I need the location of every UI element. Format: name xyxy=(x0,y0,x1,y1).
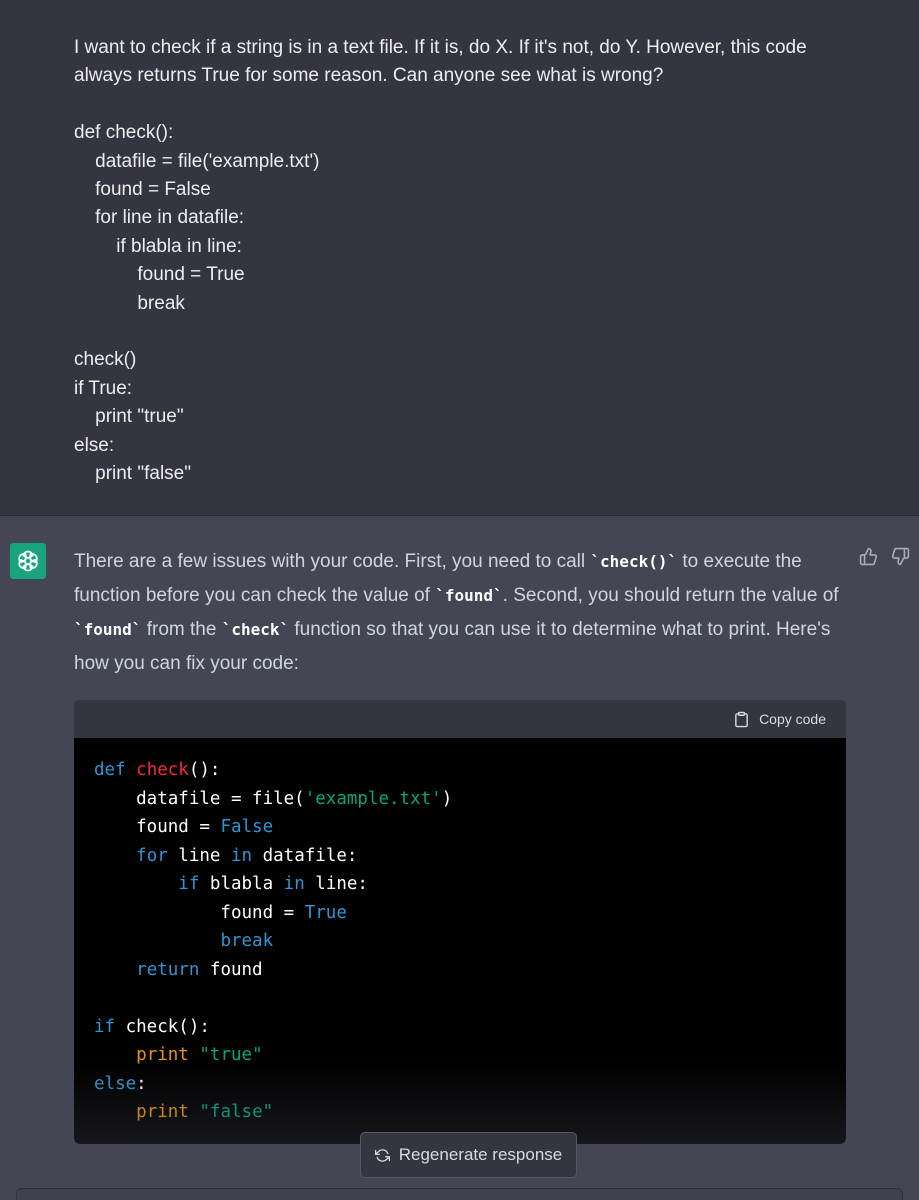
code-token: : xyxy=(136,1073,147,1094)
code-token: in xyxy=(230,845,253,866)
clipboard-icon xyxy=(735,711,748,727)
code-token: in xyxy=(283,874,305,894)
thumbs-down-icon xyxy=(891,547,909,565)
assistant-message: There are a few issues with your code. F… xyxy=(0,517,919,1200)
code-line: print "false" xyxy=(94,1098,826,1127)
user-message: I want to check if a string is in a text… xyxy=(0,0,919,516)
thumbs-up-button[interactable] xyxy=(857,545,879,567)
code-token: break xyxy=(220,931,274,951)
code-token: for xyxy=(136,845,168,866)
code-token: if xyxy=(178,874,200,894)
code-token: "true" xyxy=(199,1045,263,1065)
message-input[interactable] xyxy=(16,1188,903,1200)
copy-code-button[interactable]: Copy code xyxy=(733,710,826,729)
code-line: if blabla in line: xyxy=(94,870,826,899)
code-token: if xyxy=(94,1016,116,1037)
regenerate-label: Regenerate response xyxy=(398,1145,563,1164)
openai-logo-icon xyxy=(18,550,38,572)
answer-text-segment: There are a few issues with your code. F… xyxy=(74,551,591,572)
code-token: datafile: xyxy=(252,845,358,866)
code-line: break xyxy=(94,927,826,956)
regenerate-response-button[interactable]: Regenerate response xyxy=(360,1132,577,1178)
code-line: for line in datafile: xyxy=(94,842,826,871)
code-token: def xyxy=(94,760,126,780)
code-token: found = xyxy=(94,817,221,837)
code-line: datafile = file('example.txt') xyxy=(94,785,826,814)
code-token: check(): xyxy=(115,1016,210,1037)
feedback-buttons xyxy=(857,545,911,567)
code-token: found = xyxy=(94,902,305,923)
code-token: print xyxy=(136,1045,189,1065)
code-line: else: xyxy=(94,1070,826,1099)
code-token: datafile = file( xyxy=(94,788,305,809)
thumbs-up-icon xyxy=(859,547,877,565)
code-token: blabla xyxy=(199,874,284,894)
code-line: print "true" xyxy=(94,1041,826,1070)
inline-code: `found` xyxy=(435,586,503,605)
assistant-answer-text: There are a few issues with your code. F… xyxy=(74,545,844,681)
code-token: ) xyxy=(441,788,453,809)
code-token: False xyxy=(220,817,274,837)
code-token: (): xyxy=(188,760,221,780)
assistant-avatar xyxy=(10,543,46,579)
answer-text-segment: from the xyxy=(141,619,222,640)
code-token: True xyxy=(304,902,347,923)
thumbs-down-button[interactable] xyxy=(889,545,911,567)
code-token: line xyxy=(167,845,231,866)
code-block-header: Copy code xyxy=(74,700,846,738)
code-token: return xyxy=(136,959,200,980)
answer-text-segment: . Second, you should return the value of xyxy=(502,585,839,606)
code-token: print xyxy=(136,1102,189,1122)
refresh-icon xyxy=(374,1148,390,1162)
inline-code: `check()` xyxy=(590,552,678,571)
code-block: Copy code def check(): datafile = file('… xyxy=(74,700,846,1144)
code-line: return found xyxy=(94,956,826,985)
code-token: else xyxy=(94,1073,137,1094)
code-line: found = True xyxy=(94,899,826,928)
code-token: 'example.txt' xyxy=(304,788,442,809)
inline-code: `found` xyxy=(74,620,142,639)
code-token: found xyxy=(199,959,263,980)
code-line: found = False xyxy=(94,813,826,842)
code-token: "false" xyxy=(199,1102,274,1122)
code-token: line: xyxy=(304,874,368,894)
user-message-text: I want to check if a string is in a text… xyxy=(74,37,807,485)
code-line: def check(): xyxy=(94,756,826,785)
code-block-body: def check(): datafile = file('example.tx… xyxy=(74,738,846,1127)
inline-code: `check` xyxy=(221,620,290,639)
code-token: check xyxy=(136,760,189,780)
copy-code-label: Copy code xyxy=(759,711,826,727)
code-line: if check(): xyxy=(94,1013,826,1042)
